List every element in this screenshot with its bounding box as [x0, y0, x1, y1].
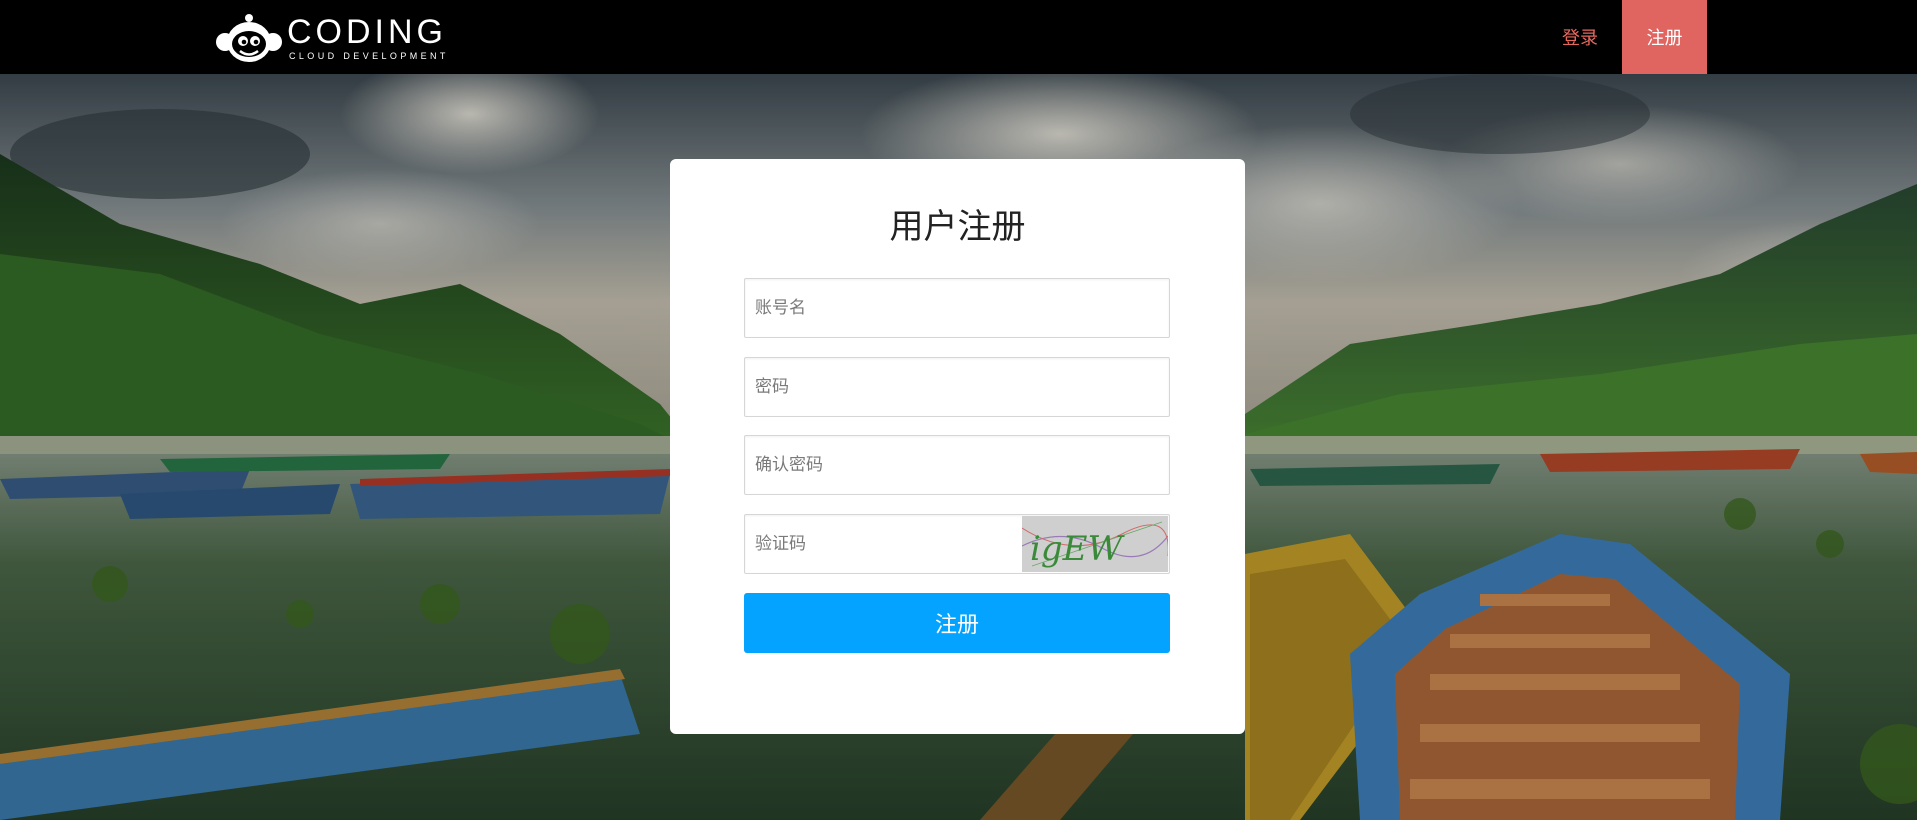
- captcha-text: igEW: [1030, 529, 1125, 569]
- confirm-password-field-wrapper: [744, 435, 1170, 495]
- logo-tagline: CLOUD DEVELOPMENT: [289, 51, 449, 61]
- password-field-wrapper: [744, 357, 1170, 417]
- confirm-password-input[interactable]: [745, 436, 1169, 494]
- username-field-wrapper: [744, 278, 1170, 338]
- coding-logo[interactable]: CODING CLOUD DEVELOPMENT: [215, 13, 449, 63]
- top-nav-bar: CODING CLOUD DEVELOPMENT 登录 注册: [0, 0, 1917, 74]
- username-input[interactable]: [745, 279, 1169, 337]
- captcha-input[interactable]: [745, 515, 1020, 573]
- monkey-logo-icon: [216, 14, 282, 62]
- logo-wordmark: CODING: [287, 13, 447, 51]
- password-input[interactable]: [745, 358, 1169, 416]
- captcha-field-wrapper: igEW: [744, 514, 1170, 574]
- register-link[interactable]: 注册: [1622, 0, 1707, 74]
- page-title: 用户注册: [889, 207, 1026, 247]
- captcha-image[interactable]: igEW: [1022, 516, 1168, 572]
- register-submit-button[interactable]: 注册: [744, 593, 1170, 653]
- register-card: 用户注册 igEW 注册: [670, 159, 1245, 734]
- login-link[interactable]: 登录: [1538, 0, 1622, 74]
